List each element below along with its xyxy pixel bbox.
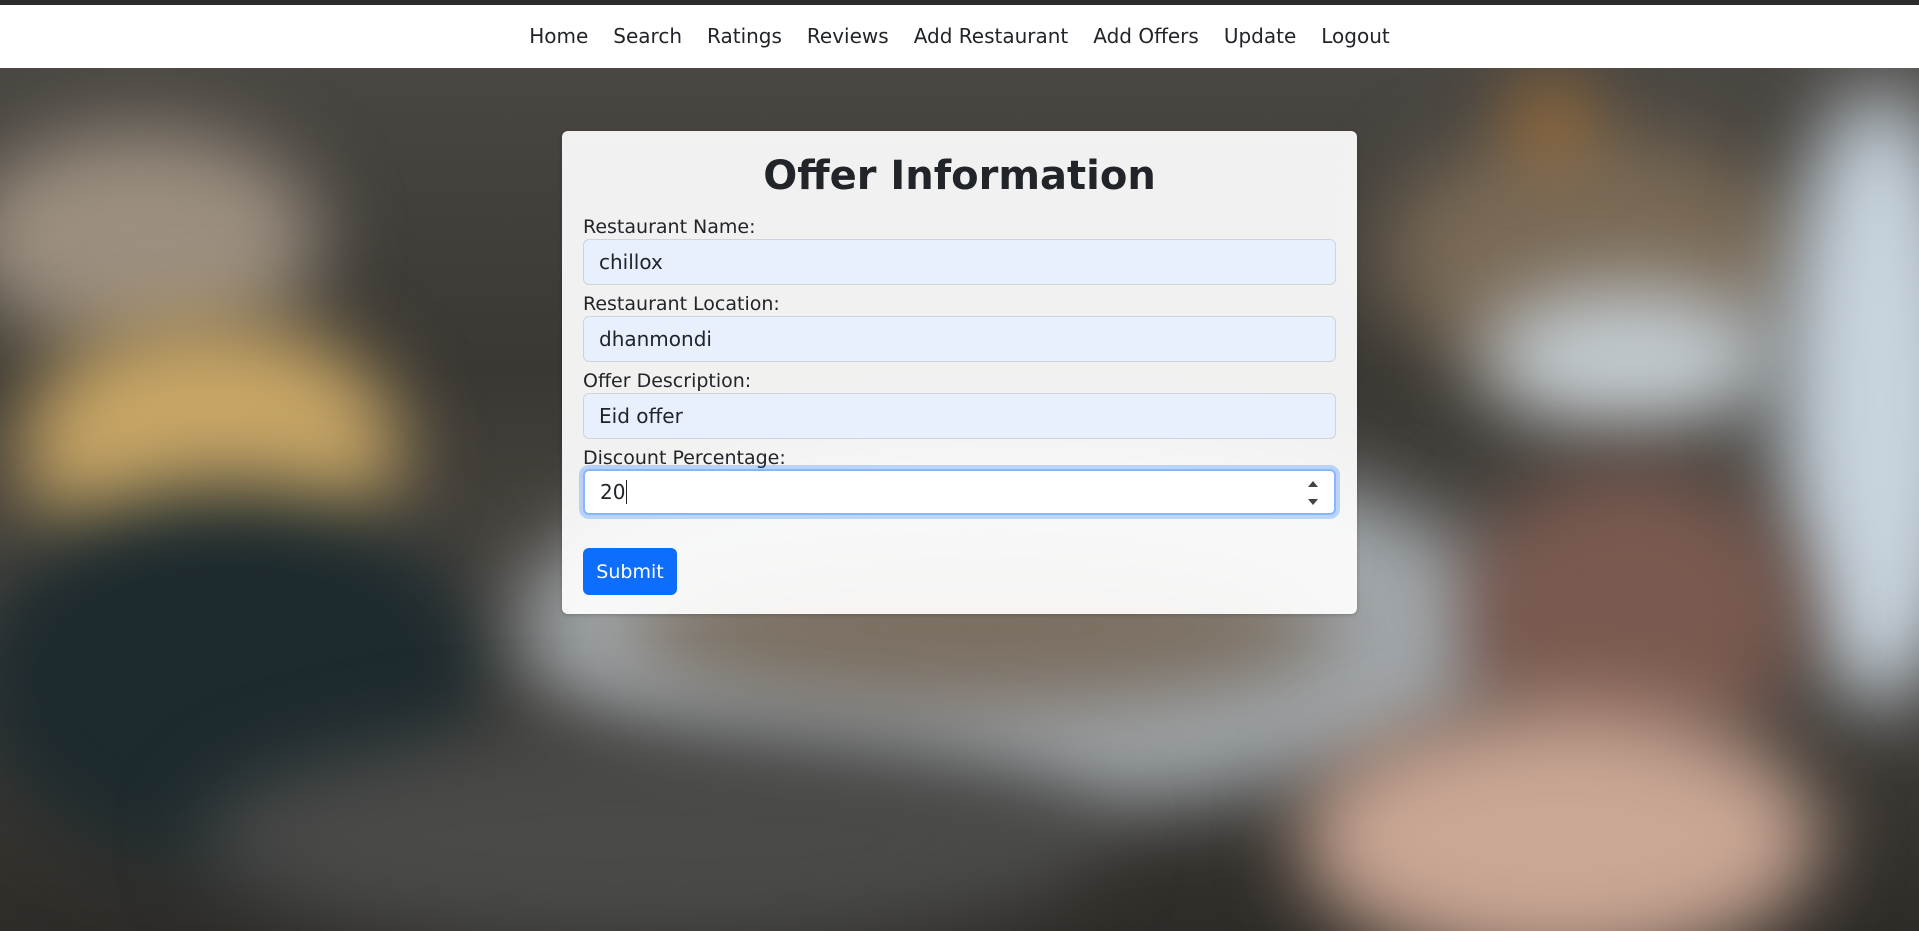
restaurant-location-label: Restaurant Location: — [583, 293, 780, 315]
discount-percentage-input[interactable]: 20 — [583, 469, 1336, 515]
nav-home[interactable]: Home — [517, 5, 601, 68]
nav-ratings[interactable]: Ratings — [695, 5, 795, 68]
top-navbar: Home Search Ratings Reviews Add Restaura… — [0, 5, 1919, 68]
restaurant-location-value: dhanmondi — [599, 327, 712, 351]
restaurant-name-label: Restaurant Name: — [583, 216, 756, 238]
spin-down-icon[interactable] — [1308, 499, 1318, 505]
offer-description-value: Eid offer — [599, 404, 683, 428]
number-spinner[interactable] — [1306, 481, 1320, 505]
nav-add-restaurant[interactable]: Add Restaurant — [901, 5, 1081, 68]
restaurant-name-value: chillox — [599, 250, 663, 274]
nav-logout[interactable]: Logout — [1309, 5, 1402, 68]
nav-add-offers[interactable]: Add Offers — [1081, 5, 1212, 68]
spin-up-icon[interactable] — [1308, 481, 1318, 487]
submit-button[interactable]: Submit — [583, 548, 677, 595]
nav-reviews[interactable]: Reviews — [794, 5, 901, 68]
offer-description-label: Offer Description: — [583, 370, 752, 392]
nav-search[interactable]: Search — [601, 5, 695, 68]
text-caret — [626, 480, 628, 504]
offer-description-input[interactable]: Eid offer — [583, 393, 1336, 439]
nav-update[interactable]: Update — [1211, 5, 1308, 68]
restaurant-name-input[interactable]: chillox — [583, 239, 1336, 285]
restaurant-location-input[interactable]: dhanmondi — [583, 316, 1336, 362]
discount-percentage-label: Discount Percentage: — [583, 447, 786, 469]
discount-percentage-value: 20 — [600, 480, 626, 504]
form-title: Offer Information — [763, 153, 1156, 199]
offer-form-card: Offer Information Restaurant Name: chill… — [562, 131, 1357, 614]
